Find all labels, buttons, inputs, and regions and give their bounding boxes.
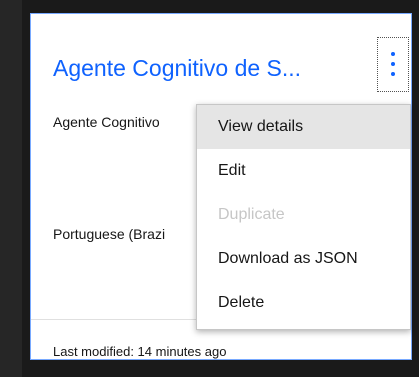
card-description: Agente Cognitivo (53, 114, 160, 130)
overflow-menu-button[interactable] (377, 37, 409, 92)
menu-item-view-details[interactable]: View details (197, 105, 410, 149)
card-title[interactable]: Agente Cognitivo de S... (53, 54, 301, 82)
left-panel-edge (0, 0, 22, 377)
menu-item-download-json[interactable]: Download as JSON (197, 237, 410, 281)
card-language: Portuguese (Brazi (53, 226, 166, 242)
last-modified-text: Last modified: 14 minutes ago (53, 344, 227, 359)
overflow-menu: View details Edit Duplicate Download as … (196, 104, 411, 330)
menu-item-delete[interactable]: Delete (197, 281, 410, 325)
menu-item-edit[interactable]: Edit (197, 149, 410, 193)
menu-item-duplicate: Duplicate (218, 206, 285, 223)
